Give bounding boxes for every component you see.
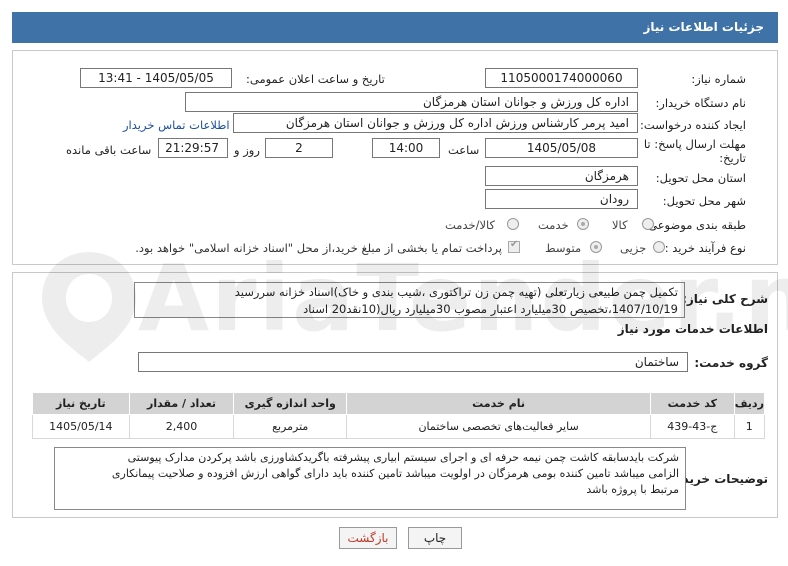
buyer-notes-textarea[interactable]: شرکت بایدسابقه کاشت چمن نیمه حرفه ای و ا… [54,447,686,510]
table-row[interactable]: 1 ج-43-439 سایر فعالیت‌های تخصصی ساختمان… [32,414,766,439]
row-name: سایر فعالیت‌های تخصصی ساختمان [346,414,652,439]
row-index: 1 [733,414,766,439]
buyer-notes-line-2: الزامی میباشد تامین کننده بومی هرمزگان د… [111,467,679,480]
remaining-label: ساعت باقی مانده [66,143,152,157]
announce-label: تاریخ و ساعت اعلان عمومی: [246,72,385,86]
treasury-payment-checkbox[interactable] [508,239,520,253]
deadline-time-label: ساعت [448,143,480,157]
treasury-payment-note: پرداخت تمام یا بخشی از مبلغ خرید،از محل … [135,241,502,255]
days-remaining-field[interactable]: 2 [265,138,333,158]
days-label: روز و [234,143,260,157]
need-number-label: شماره نیاز: [691,72,746,86]
back-button[interactable]: بازگشت [339,527,397,549]
province-label: استان محل تحویل: [655,171,746,185]
process-minor-label: جزیی [620,241,647,255]
deadline-label: مهلت ارسال پاسخ: تا [643,137,746,151]
table-header-row: ردیف کد خدمت نام خدمت واحد اندازه گیری ت… [32,392,766,415]
category-goods-service-label: کالا/خدمت [445,218,496,232]
services-table: ردیف کد خدمت نام خدمت واحد اندازه گیری ت… [32,392,766,439]
col-name-header: نام خدمت [346,392,652,415]
creator-field[interactable]: امید پرمر کارشناس ورزش اداره کل ورزش و ج… [233,113,638,133]
remaining-time-field[interactable]: 21:29:57 [158,138,228,158]
buyer-contact-link[interactable]: اطلاعات تماس خریدار [123,118,230,132]
category-goods-service-radio[interactable] [507,218,519,230]
buyer-notes-line-1: شرکت بایدسابقه کاشت چمن نیمه حرفه ای و ا… [127,451,679,464]
page-title: جزئیات اطلاعات نیاز [12,12,778,43]
announce-datetime-field[interactable]: 1405/05/05 - 13:41 [80,68,232,88]
city-field[interactable]: رودان [485,189,638,209]
process-medium-label: متوسط [545,241,582,255]
row-code: ج-43-439 [650,414,735,439]
col-index-header: ردیف [733,392,766,415]
buyer-org-label: نام دستگاه خریدار: [655,96,746,110]
process-minor-radio[interactable] [653,241,665,253]
process-type-label: نوع فرآیند خرید : [664,241,746,255]
category-goods-radio[interactable] [642,218,654,230]
row-qty: 2,400 [128,414,235,439]
row-unit: مترمربع [233,414,348,439]
deadline-time-field[interactable]: 14:00 [372,138,440,158]
deadline-date-label: تاریخ: [719,151,746,165]
col-qty-header: تعداد / مقدار [128,392,235,415]
row-date: 1405/05/14 [32,414,130,439]
col-date-header: تاریخ نیاز [32,392,130,415]
buyer-org-field[interactable]: اداره کل ورزش و جوانان استان هرمزگان [185,92,638,112]
city-label: شهر محل تحویل: [662,194,746,208]
category-service-radio[interactable] [577,218,589,230]
col-code-header: کد خدمت [650,392,735,415]
process-medium-radio[interactable] [590,241,602,253]
print-button[interactable]: چاپ [408,527,462,549]
page-frame: جزئیات اطلاعات نیاز شماره نیاز: 11050001… [0,0,788,566]
col-unit-header: واحد اندازه گیری [233,392,348,415]
category-goods-label: کالا [612,218,628,232]
category-service-label: خدمت [538,218,569,232]
province-field[interactable]: هرمزگان [485,166,638,186]
deadline-date-field[interactable]: 1405/05/08 [485,138,638,158]
buyer-notes-line-3: مرتبط با پروژه باشد [586,483,679,496]
creator-label: ایجاد کننده درخواست: [640,118,746,132]
category-label: طبقه بندی موضوعی: [644,218,746,232]
need-number-field[interactable]: 1105000174000060 [485,68,638,88]
